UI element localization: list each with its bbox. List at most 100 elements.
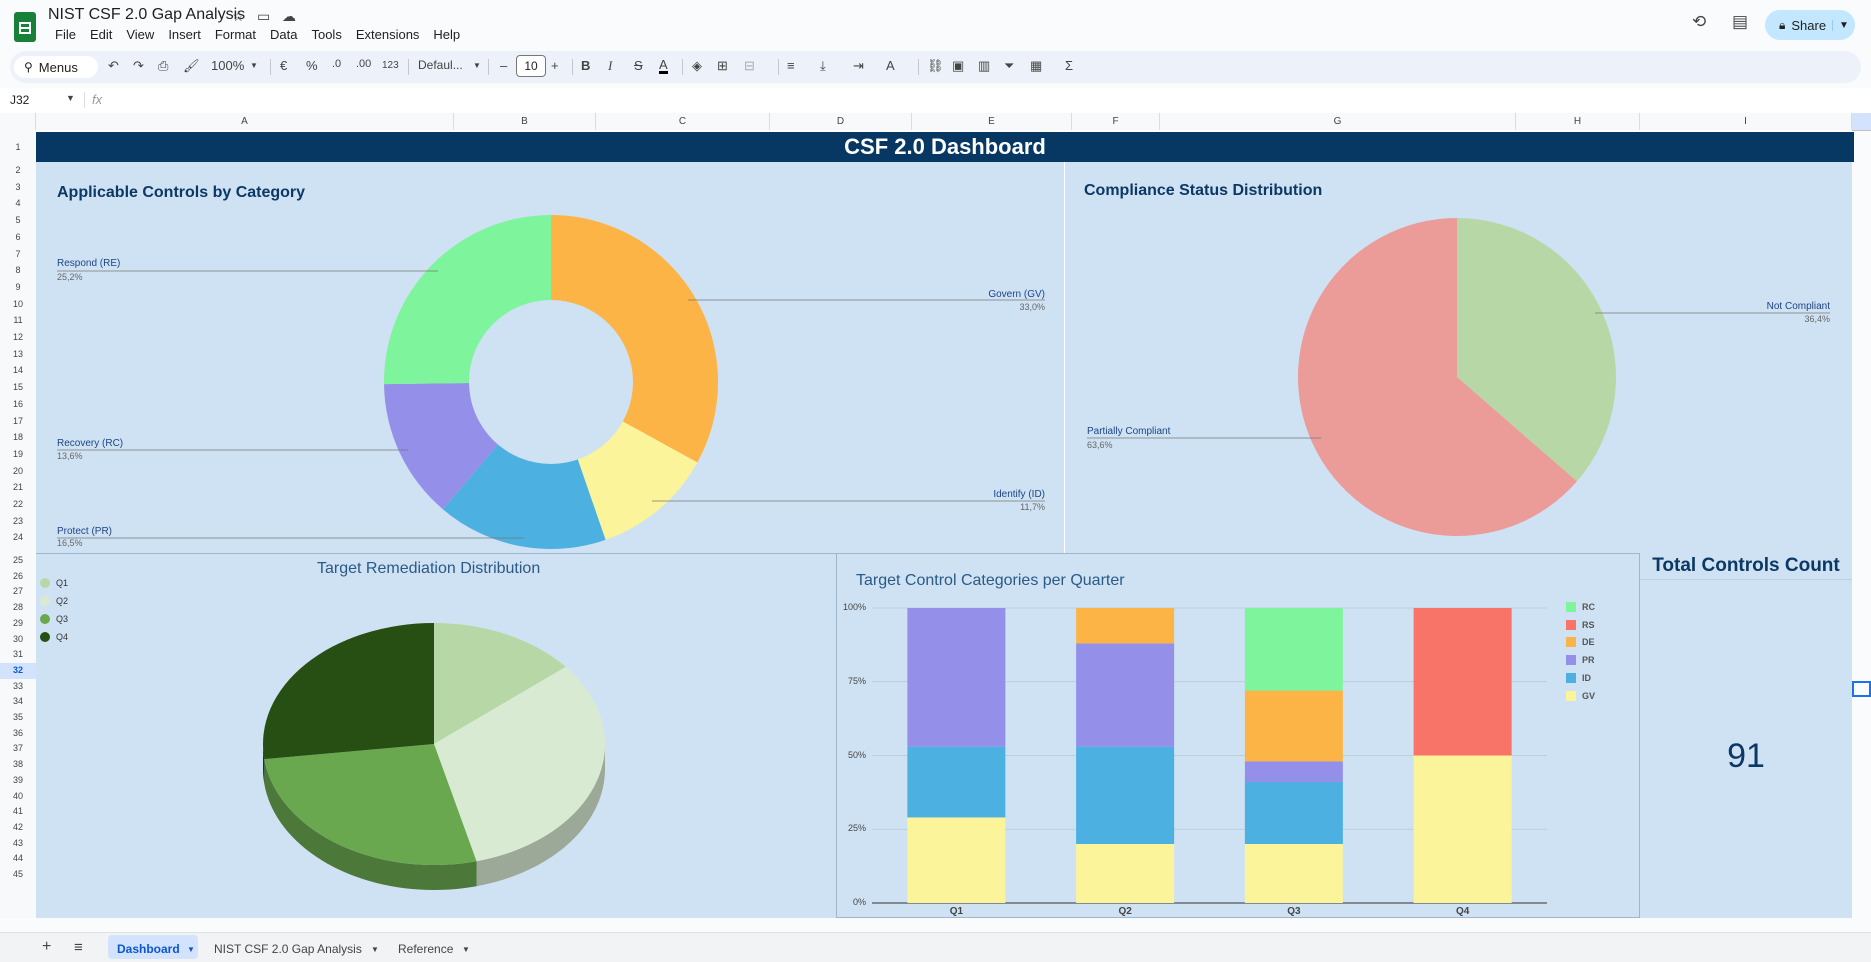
menu-view[interactable]: View (119, 27, 161, 42)
font-select[interactable]: Defaul... (418, 58, 463, 72)
row-header-12[interactable]: 12 (0, 329, 36, 346)
column-header-c[interactable]: C (596, 113, 770, 130)
row-header-20[interactable]: 20 (0, 463, 36, 480)
vertical-align-icon[interactable]: ⤓ (820, 58, 826, 74)
currency-button[interactable]: € (280, 58, 287, 73)
row-header-35[interactable]: 35 (0, 710, 36, 726)
bar-q2-gv[interactable] (1076, 844, 1175, 903)
row-header-33[interactable]: 33 (0, 679, 36, 695)
row-header-17[interactable]: 17 (0, 413, 36, 430)
tab-gap-analysis-dropdown-icon[interactable]: ▼ (371, 945, 379, 954)
menu-data[interactable]: Data (263, 27, 304, 42)
print-icon[interactable]: ⎙ (158, 58, 168, 74)
row-header-40[interactable]: 40 (0, 789, 36, 805)
tab-dashboard-label[interactable]: Dashboard (117, 942, 180, 956)
row-header-11[interactable]: 11 (0, 312, 36, 329)
row-header-26[interactable]: 26 (0, 569, 36, 585)
bar-q2-id[interactable] (1076, 746, 1175, 844)
font-dropdown-icon[interactable]: ▼ (473, 61, 481, 70)
row-header-5[interactable]: 5 (0, 212, 36, 229)
row-header-7[interactable]: 7 (0, 246, 36, 263)
row-header-44[interactable]: 44 (0, 851, 36, 867)
row-header-24[interactable]: 24 (0, 529, 36, 546)
cloud-status-icon[interactable]: ☁ (282, 8, 296, 25)
menu-edit[interactable]: Edit (83, 27, 119, 42)
tab-dashboard-dropdown-icon[interactable]: ▼ (187, 945, 195, 954)
add-sheet-icon[interactable]: + (42, 938, 51, 956)
row-header-3[interactable]: 3 (0, 179, 36, 196)
bar-q3-rc[interactable] (1244, 608, 1343, 691)
select-all-corner[interactable] (0, 113, 36, 130)
bar-q2-de[interactable] (1076, 608, 1175, 644)
row-header-8[interactable]: 8 (0, 262, 36, 279)
font-size-input[interactable]: 10 (516, 55, 546, 77)
insert-comment-icon[interactable]: ▣ (952, 58, 964, 74)
row-header-21[interactable]: 21 (0, 479, 36, 496)
column-header-i[interactable]: I (1640, 113, 1852, 130)
row-header-29[interactable]: 29 (0, 616, 36, 632)
row-header-36[interactable]: 36 (0, 726, 36, 742)
menu-extensions[interactable]: Extensions (349, 27, 427, 42)
italic-button[interactable]: I (608, 58, 612, 74)
percent-button[interactable]: % (306, 58, 318, 73)
row-header-2[interactable]: 2 (0, 162, 36, 179)
text-rotation-button[interactable]: A (886, 58, 895, 73)
menus-search[interactable]: ⚲ Menus (14, 56, 98, 78)
row-header-39[interactable]: 39 (0, 773, 36, 789)
insert-link-icon[interactable]: ⛓︎ (927, 58, 944, 74)
all-sheets-icon[interactable]: ≡ (74, 939, 83, 956)
chart-panel-remediation-distribution[interactable]: Target Remediation Distribution Q1 Q2 Q3… (36, 553, 836, 918)
borders-icon[interactable]: ⊞ (717, 58, 728, 74)
row-header-25[interactable]: 25 (0, 553, 36, 569)
column-header-f[interactable]: F (1072, 113, 1160, 130)
redo-icon[interactable]: ↷ (133, 58, 144, 74)
bar-q1-id[interactable] (907, 746, 1006, 818)
chart-panel-controls-by-category[interactable]: Applicable Controls by Category Respond … (36, 162, 1064, 553)
font-size-decrease-button[interactable]: – (500, 58, 507, 73)
document-title[interactable]: NIST CSF 2.0 Gap Analysis (48, 6, 245, 24)
chart-panel-compliance-status[interactable]: Compliance Status Distribution Not Compl… (1065, 162, 1852, 553)
row-header-9[interactable]: 9 (0, 279, 36, 296)
row-header-14[interactable]: 14 (0, 362, 36, 379)
row-header-31[interactable]: 31 (0, 647, 36, 663)
menu-help[interactable]: Help (426, 27, 467, 42)
bar-q2-pr[interactable] (1076, 643, 1175, 747)
selected-cell[interactable] (1852, 681, 1871, 697)
version-history-icon[interactable]: ⟲ (1692, 12, 1706, 32)
row-header-43[interactable]: 43 (0, 836, 36, 852)
row-header-13[interactable]: 13 (0, 346, 36, 363)
total-controls-panel[interactable]: Total Controls Count 91 (1640, 553, 1852, 918)
column-header-g[interactable]: G (1160, 113, 1516, 130)
increase-decimal-button[interactable]: .00 (356, 58, 371, 70)
bar-q3-gv[interactable] (1244, 844, 1343, 903)
move-folder-icon[interactable]: ▭ (257, 8, 270, 25)
column-header-e[interactable]: E (912, 113, 1072, 130)
filter-views-icon[interactable]: ▦ (1030, 58, 1042, 74)
paint-format-icon[interactable]: 🖌︎ (183, 58, 200, 74)
insert-chart-icon[interactable]: ▥ (978, 58, 990, 74)
menu-insert[interactable]: Insert (161, 27, 208, 42)
row-header-34[interactable]: 34 (0, 694, 36, 710)
functions-button[interactable]: Σ (1065, 58, 1073, 73)
row-header-45[interactable]: 45 (0, 867, 36, 883)
menu-file[interactable]: File (48, 27, 83, 42)
row-header-27[interactable]: 27 (0, 584, 36, 600)
row-header-22[interactable]: 22 (0, 496, 36, 513)
row-header-38[interactable]: 38 (0, 757, 36, 773)
bar-q4-gv[interactable] (1413, 755, 1512, 904)
decrease-decimal-button[interactable]: .0 (332, 58, 341, 70)
row-header-18[interactable]: 18 (0, 429, 36, 446)
chart-panel-categories-per-quarter[interactable]: Target Control Categories per Quarter RC… (836, 553, 1640, 918)
row-header-30[interactable]: 30 (0, 632, 36, 648)
share-dropdown-icon[interactable]: ▼ (1832, 19, 1855, 31)
merge-cells-icon[interactable]: ⊟ (744, 58, 755, 74)
name-box[interactable]: J32 (10, 93, 29, 107)
menu-tools[interactable]: Tools (304, 27, 348, 42)
text-color-button[interactable]: A (659, 58, 668, 74)
number-format-button[interactable]: 123 (382, 60, 399, 71)
fill-color-icon[interactable]: ◈ (692, 58, 702, 74)
bar-q3-id[interactable] (1244, 782, 1343, 844)
row-header-1[interactable]: 1 (0, 132, 36, 162)
row-header-16[interactable]: 16 (0, 396, 36, 413)
zoom-dropdown-icon[interactable]: ▼ (250, 61, 258, 70)
